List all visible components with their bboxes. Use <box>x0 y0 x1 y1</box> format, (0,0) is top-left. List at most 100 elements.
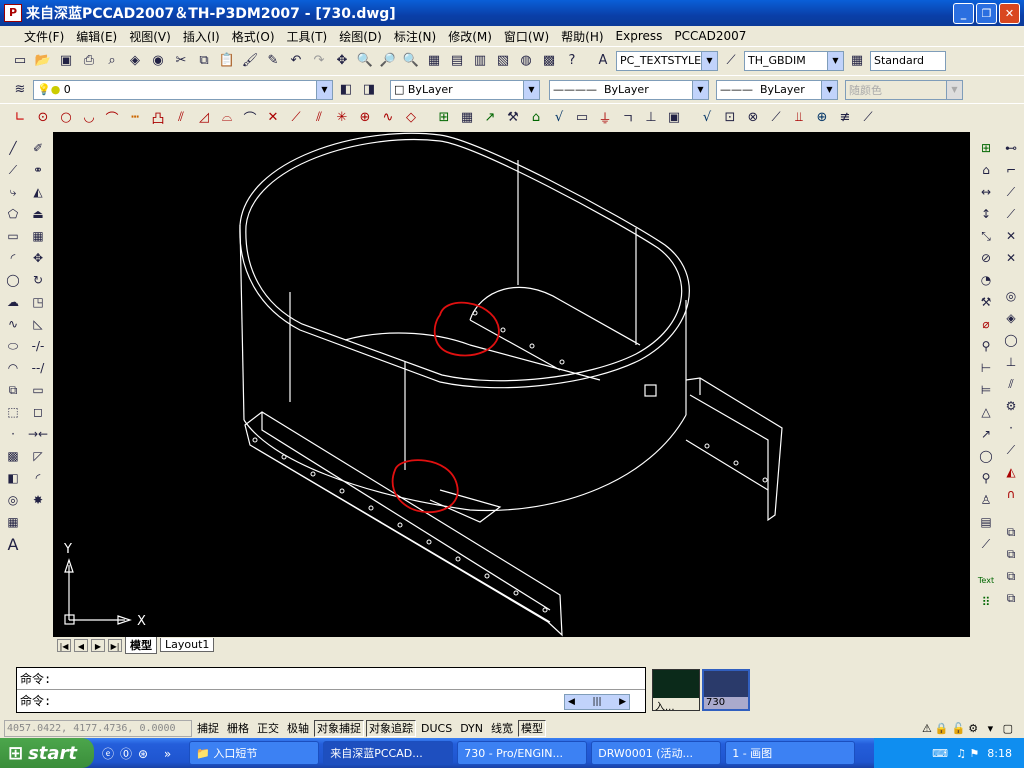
osnap-toggle[interactable]: 对象捕捉 <box>314 719 364 737</box>
plot-icon[interactable]: ◉ <box>148 51 168 71</box>
menu-help[interactable]: 帮助(H) <box>561 28 603 45</box>
otrack-toggle[interactable]: 对象追踪 <box>366 719 416 737</box>
dim-17-icon[interactable]: ♙ <box>976 490 996 510</box>
dim-linear-icon[interactable]: ⊞ <box>434 108 454 128</box>
scale-icon[interactable]: ◳ <box>28 292 48 312</box>
tolerance-icon[interactable]: ▭ <box>572 108 592 128</box>
datum-icon[interactable]: ⏚ <box>595 108 615 128</box>
menu-pccad[interactable]: PCCAD2007 <box>674 29 746 43</box>
menu-express[interactable]: Express <box>616 29 663 43</box>
weld-icon[interactable]: ⊥ <box>641 108 661 128</box>
table-style-select[interactable]: Standard <box>870 50 946 71</box>
menu-edit[interactable]: 编辑(E) <box>76 28 117 45</box>
layer-select[interactable]: 💡● 0 ▼ <box>33 79 333 100</box>
new-icon[interactable]: ▭ <box>10 51 30 71</box>
app-icon[interactable]: P <box>4 4 22 22</box>
make-current-layer-icon[interactable]: ◧ <box>336 80 356 100</box>
wave-icon[interactable]: ∿ <box>378 108 398 128</box>
keyboard-icon[interactable]: ⌨ <box>932 747 948 760</box>
menu-modify[interactable]: 修改(M) <box>448 28 492 45</box>
mtext-icon[interactable]: A <box>3 534 23 554</box>
lineweight-select[interactable]: ——— ByLayer ▼ <box>716 79 838 100</box>
dim-9-icon[interactable]: ⌀ <box>976 314 996 334</box>
open-icon[interactable]: 📂 <box>33 51 53 71</box>
text-icon[interactable]: Text <box>976 570 996 590</box>
point-icon[interactable]: · <box>3 424 23 444</box>
ortho-toggle[interactable]: 正交 <box>254 719 282 737</box>
tool-13-icon[interactable]: · <box>1001 418 1021 438</box>
zoom-window-icon[interactable]: 🔎 <box>378 51 398 71</box>
parallel-icon[interactable]: ⫽ <box>309 108 329 128</box>
ucs-icon[interactable]: ∟ <box>10 108 30 128</box>
dim-15-icon[interactable]: ◯ <box>976 446 996 466</box>
region-icon[interactable]: ◎ <box>3 490 23 510</box>
section-icon[interactable]: ⫫ <box>789 108 809 128</box>
sheet-set-icon[interactable]: ▧ <box>493 51 513 71</box>
mirror-icon[interactable]: ◭ <box>28 182 48 202</box>
plot-style-select[interactable]: 随颜色 ▼ <box>845 79 963 100</box>
tool-9-icon[interactable]: ◯ <box>1001 330 1021 350</box>
block-editor-icon[interactable]: ✎ <box>263 51 283 71</box>
command-window[interactable]: 命令: 命令: <box>16 667 646 713</box>
gradient-icon[interactable]: ◧ <box>3 468 23 488</box>
undo-icon[interactable]: ↶ <box>286 51 306 71</box>
frame-icon[interactable]: ▣ <box>664 108 684 128</box>
tool-8-icon[interactable]: ◈ <box>1001 308 1021 328</box>
dim-table-icon[interactable]: ▦ <box>457 108 477 128</box>
line-icon[interactable]: ⟋ <box>286 108 306 128</box>
minimize-button[interactable]: _ <box>953 3 974 24</box>
task-folder[interactable]: 📁 入口短节 <box>189 741 320 765</box>
tool-5-icon[interactable]: ✕ <box>1001 226 1021 246</box>
dim-19-icon[interactable]: ⟋ <box>976 534 996 554</box>
dim-5-icon[interactable]: ⤡ <box>976 226 996 246</box>
hatch-icon[interactable]: ▩ <box>3 446 23 466</box>
dim-3-icon[interactable]: ↔ <box>976 182 996 202</box>
curve-icon[interactable]: ⌒ <box>240 108 260 128</box>
task-paint[interactable]: 1 - 画图 <box>725 741 856 765</box>
close-button[interactable]: ✕ <box>999 3 1020 24</box>
menu-view[interactable]: 视图(V) <box>129 28 171 45</box>
print-icon[interactable]: ⎙ <box>79 51 99 71</box>
first-tab-button[interactable]: |◀ <box>57 638 71 652</box>
task-pccad[interactable]: 来自深蓝PCCAD... <box>323 741 454 765</box>
scroll-left-icon[interactable]: ◀ <box>568 695 575 709</box>
cut-icon[interactable]: ✂ <box>171 51 191 71</box>
zoom-previous-icon[interactable]: 🔍 <box>401 51 421 71</box>
datum-target-icon[interactable]: ⊗ <box>743 108 763 128</box>
dim-style-icon[interactable]: ⟋ <box>721 51 741 71</box>
preview-icon[interactable]: ⌕ <box>102 51 122 71</box>
drawing-thumbnail-1[interactable]: 入... <box>652 669 700 713</box>
dim-style-select[interactable]: TH_GBDIM ▼ <box>744 50 844 71</box>
circle-2-icon[interactable]: ○ <box>56 108 76 128</box>
dim-6-icon[interactable]: ⊘ <box>976 248 996 268</box>
tab-model[interactable]: 模型 <box>125 636 157 654</box>
erase-icon[interactable]: ✐ <box>28 138 48 158</box>
extend-icon[interactable]: --/ <box>28 358 48 378</box>
tool-18-icon[interactable]: ⧉ <box>1001 544 1021 564</box>
surface-icon[interactable]: √ <box>697 108 717 128</box>
tray-icons[interactable]: ♫ ⚑ <box>956 747 979 760</box>
dim-7-icon[interactable]: ◔ <box>976 270 996 290</box>
insert-block-icon[interactable]: ⧉ <box>3 380 23 400</box>
design-center-icon[interactable]: ▤ <box>447 51 467 71</box>
drawing-canvas[interactable]: Y X <box>53 132 970 637</box>
paste-icon[interactable]: 📋 <box>217 51 237 71</box>
chamfer-icon[interactable]: ◸ <box>28 446 48 466</box>
dim-18-icon[interactable]: ▤ <box>976 512 996 532</box>
tool-20-icon[interactable]: ⧉ <box>1001 588 1021 608</box>
move-icon[interactable]: ✥ <box>28 248 48 268</box>
target-icon[interactable]: ⊕ <box>355 108 375 128</box>
next-tab-button[interactable]: ▶ <box>91 638 105 652</box>
taper-icon[interactable]: ⟋ <box>766 108 786 128</box>
fillet-icon[interactable]: ⌓ <box>217 108 237 128</box>
restore-button[interactable]: ❐ <box>976 3 997 24</box>
task-proe[interactable]: 730 - Pro/ENGIN... <box>457 741 588 765</box>
tool-palettes-icon[interactable]: ▥ <box>470 51 490 71</box>
tool-17-icon[interactable]: ⧉ <box>1001 522 1021 542</box>
table-icon[interactable]: ▦ <box>3 512 23 532</box>
task-drw[interactable]: DRW0001 (活动... <box>591 741 722 765</box>
tool-7-icon[interactable]: ◎ <box>1001 286 1021 306</box>
command-input[interactable]: 命令: <box>17 690 645 712</box>
tool-12-icon[interactable]: ⚙ <box>1001 396 1021 416</box>
tool-4-icon[interactable]: ⟋ <box>1001 204 1021 224</box>
